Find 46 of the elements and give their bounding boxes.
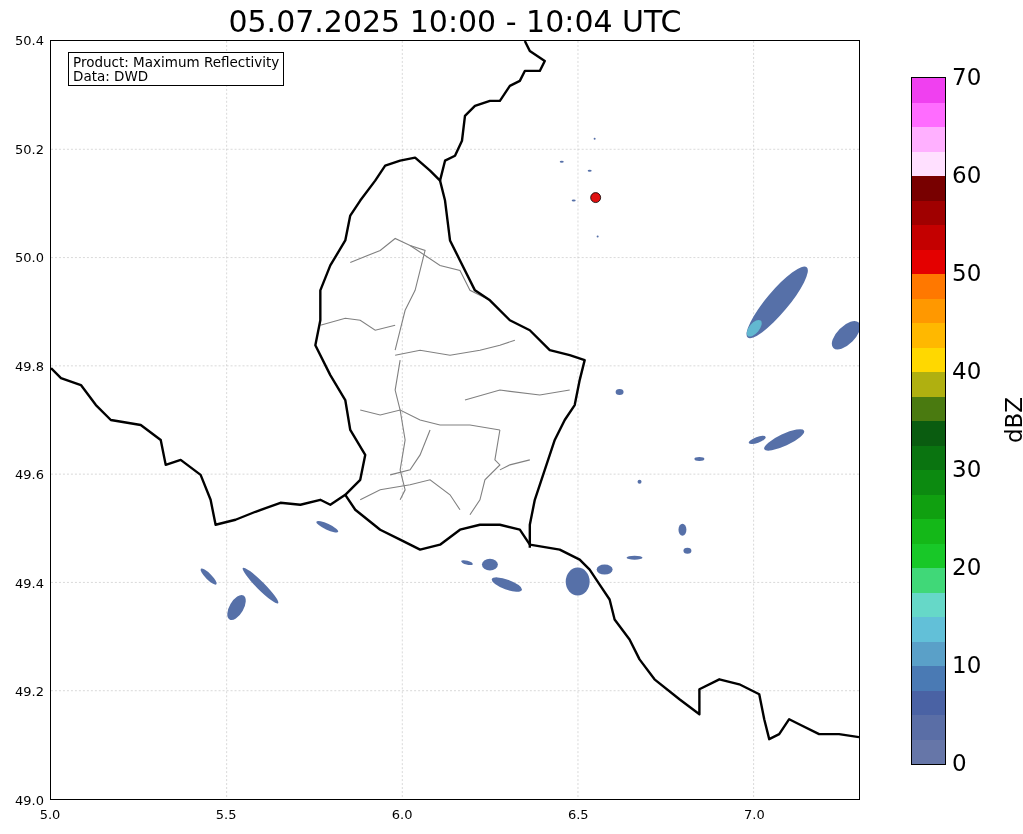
info-text: Product: Maximum Reflectivity — [73, 55, 280, 70]
radar-echo — [678, 523, 687, 536]
colorbar-tick-label: 40 — [952, 359, 982, 383]
radar-echo — [565, 567, 590, 596]
radar-echo — [596, 564, 613, 575]
radar-echo — [596, 235, 599, 238]
radar-echo — [615, 389, 624, 396]
radar-echo — [683, 547, 692, 554]
radar-echo — [316, 521, 339, 533]
axis-tick-label: 50.0 — [15, 249, 44, 265]
radar-echo — [481, 558, 498, 571]
radar-echo — [637, 479, 642, 484]
axis-tick-label: 49.8 — [15, 358, 44, 374]
radar-echo — [694, 456, 705, 461]
colorbar-tick-label: 70 — [952, 65, 982, 89]
radar-echo — [831, 321, 859, 350]
colorbar-label: dBZ — [1002, 396, 1023, 444]
colorbar-tick-label: 20 — [952, 555, 982, 579]
axis-tick-label: 5.5 — [215, 807, 237, 822]
axis-tick-label: 49.2 — [15, 683, 44, 699]
radar-echo — [571, 199, 576, 202]
radar-echo — [626, 555, 643, 560]
axis-tick-label: 49.4 — [15, 575, 44, 591]
axis-tick-label: 7.0 — [744, 807, 765, 822]
radar-echo — [200, 568, 217, 585]
radar-echo — [491, 577, 522, 592]
info-text: Data: DWD — [73, 69, 150, 84]
location-marker — [590, 192, 602, 203]
colorbar-tick-label: 10 — [952, 653, 982, 677]
axis-tick-label: 49.6 — [15, 466, 44, 482]
axis-tick-label: 5.0 — [39, 807, 61, 822]
chart-title: 05.07.2025 10:00 - 10:04 UTC — [227, 3, 683, 40]
axis-tick-label: 50.4 — [15, 32, 44, 48]
colorbar-tick-label: 50 — [952, 261, 982, 285]
axis-tick-label: 49.0 — [15, 792, 44, 808]
radar-echo — [461, 560, 473, 566]
colorbar-tick-label: 60 — [952, 163, 982, 187]
radar-echo — [559, 160, 564, 163]
radar-echo — [587, 169, 592, 172]
colorbar-tick-label: 30 — [952, 457, 982, 481]
axis-tick-label: 6.0 — [391, 807, 413, 822]
colorbar-tick-label: 0 — [952, 751, 967, 775]
axis-tick-label: 6.5 — [567, 807, 589, 822]
radar-echo-core — [746, 319, 762, 337]
radar-echo — [593, 137, 596, 140]
axis-tick-label: 50.2 — [15, 141, 44, 157]
